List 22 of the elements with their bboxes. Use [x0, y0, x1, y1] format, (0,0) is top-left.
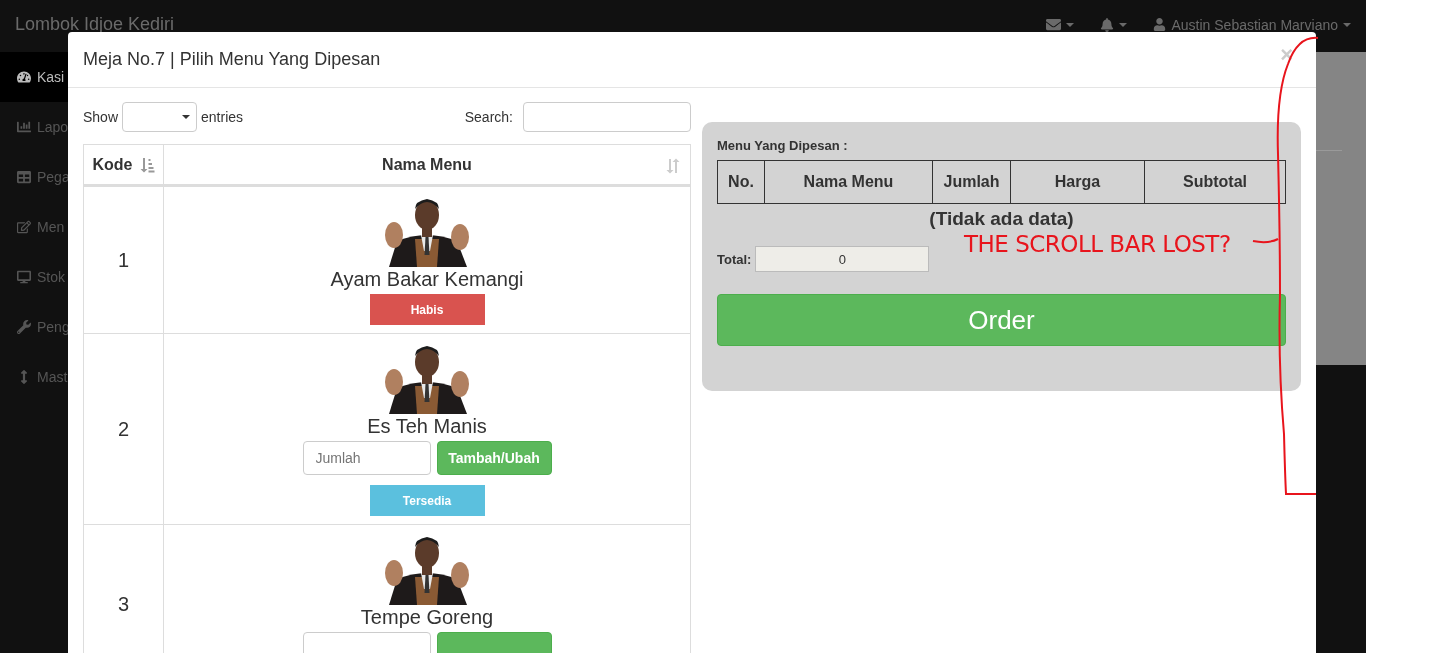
status-badge: Tersedia — [369, 485, 485, 516]
column-header: Subtotal — [1144, 160, 1286, 204]
column-header: Nama Menu — [764, 160, 933, 204]
status-badge: Habis — [369, 294, 485, 325]
annotation-text: THE SCROLL BAR LOST? — [964, 231, 1231, 257]
code-cell: 1 — [83, 185, 164, 334]
panel-heading: Menu Yang Dipesan : — [717, 138, 849, 153]
modal-title: Meja No.7 | Pilih Menu Yang Dipesan — [83, 49, 381, 70]
total-field: 0 — [755, 246, 930, 272]
total-label: Total: — [717, 251, 752, 267]
column-header: Harga — [1010, 160, 1145, 204]
column-header: No. — [717, 160, 765, 204]
code-cell: 2 — [83, 333, 164, 525]
search-label: Search: — [464, 109, 513, 125]
column-header: Jumlah — [932, 160, 1011, 204]
entries-label: entries — [201, 109, 244, 125]
menu-name: Ayam Bakar Kemangi — [330, 268, 524, 291]
empty-message: (Tidak ada data) — [928, 208, 1075, 230]
code-cell: 3 — [83, 524, 164, 653]
show-label: Show — [83, 109, 119, 125]
menu-name: Es Teh Manis — [367, 415, 487, 438]
menu-name: Tempe Goreng — [360, 606, 494, 629]
